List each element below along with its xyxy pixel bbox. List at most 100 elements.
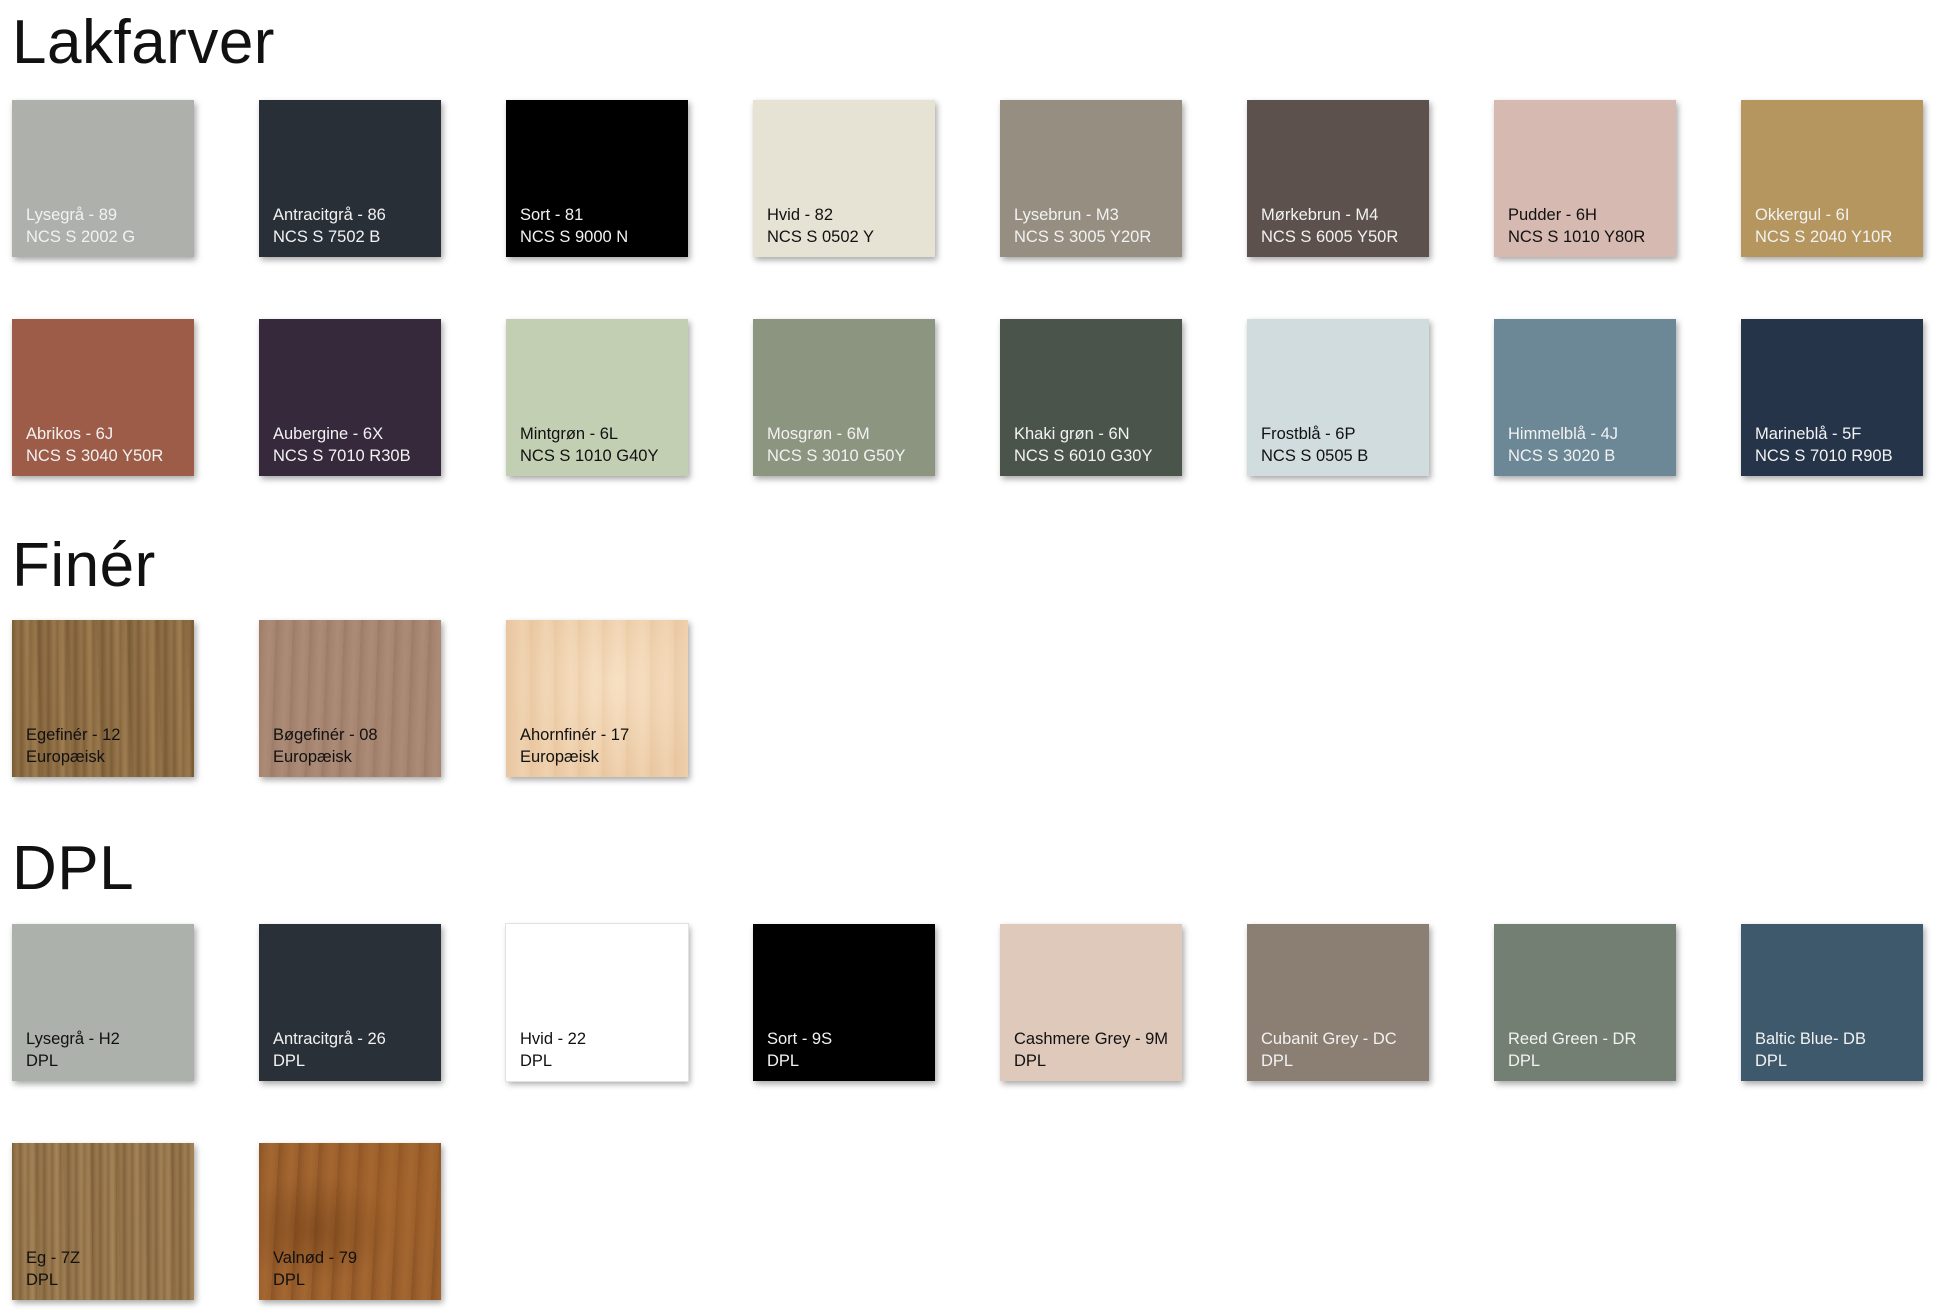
color-swatch[interactable]: Lysegrå - H2 DPL <box>12 924 194 1081</box>
color-swatch[interactable]: Sort - 9S DPL <box>753 924 935 1081</box>
swatch-label: Himmelblå - 4J NCS S 3020 B <box>1508 423 1618 467</box>
swatch-name: Baltic Blue- DB <box>1755 1030 1866 1048</box>
swatch-code: NCS S 3040 Y50R <box>26 447 164 465</box>
swatch-grid-finer: Egefinér - 12 Europæisk Bøgefinér - 08 Euro… <box>12 620 1932 777</box>
swatch-label: Lysegrå - 89 NCS S 2002 G <box>26 204 135 248</box>
swatch-code: Europæisk <box>26 748 105 766</box>
color-swatch[interactable]: Khaki grøn - 6N NCS S 6010 G30Y <box>1000 319 1182 476</box>
swatch-code: DPL <box>1755 1052 1788 1070</box>
color-swatch[interactable]: Okkergul - 6I NCS S 2040 Y10R <box>1741 100 1923 257</box>
swatch-label: Pudder - 6H NCS S 1010 Y80R <box>1508 204 1645 248</box>
color-swatch[interactable]: Mosgrøn - 6M NCS S 3010 G50Y <box>753 319 935 476</box>
section-title-finer: Finér <box>12 531 156 600</box>
swatch-grid-dpl: Lysegrå - H2 DPL Antracitgrå - 26 DPL Hvid -… <box>12 923 1932 1300</box>
swatch-label: Antracitgrå - 26 DPL <box>273 1028 386 1072</box>
swatch-code: NCS S 1010 G40Y <box>520 447 659 465</box>
swatch-label: Sort - 81 NCS S 9000 N <box>520 204 628 248</box>
color-swatch[interactable]: Hvid - 22 DPL <box>505 923 689 1082</box>
swatch-code: DPL <box>273 1271 306 1289</box>
color-swatch[interactable]: Himmelblå - 4J NCS S 3020 B <box>1494 319 1676 476</box>
color-swatch[interactable]: Abrikos - 6J NCS S 3040 Y50R <box>12 319 194 476</box>
swatch-code: DPL <box>1508 1052 1541 1070</box>
color-swatch[interactable]: Baltic Blue- DB DPL <box>1741 924 1923 1081</box>
swatch-label: Abrikos - 6J NCS S 3040 Y50R <box>26 423 163 467</box>
swatch-code: DPL <box>520 1052 553 1070</box>
swatch-code: NCS S 7010 R90B <box>1755 447 1893 465</box>
color-swatch[interactable]: Mørkebrun - M4 NCS S 6005 Y50R <box>1247 100 1429 257</box>
swatch-label: Mintgrøn - 6L NCS S 1010 G40Y <box>520 423 659 467</box>
swatch-name: Mintgrøn - 6L <box>520 425 619 443</box>
color-swatch[interactable]: Lysegrå - 89 NCS S 2002 G <box>12 100 194 257</box>
color-swatch[interactable]: Reed Green - DR DPL <box>1494 924 1676 1081</box>
color-swatch[interactable]: Eg - 7Z DPL <box>12 1143 194 1300</box>
swatch-name: Valnød - 79 <box>273 1249 358 1267</box>
color-swatch[interactable]: Lysebrun - M3 NCS S 3005 Y20R <box>1000 100 1182 257</box>
swatch-label: Lysebrun - M3 NCS S 3005 Y20R <box>1014 204 1151 248</box>
swatch-code: NCS S 2040 Y10R <box>1755 228 1893 246</box>
swatch-name: Khaki grøn - 6N <box>1014 425 1130 443</box>
swatch-label: Okkergul - 6I NCS S 2040 Y10R <box>1755 204 1892 248</box>
swatch-label: Egefinér - 12 Europæisk <box>26 724 120 768</box>
swatch-label: Khaki grøn - 6N NCS S 6010 G30Y <box>1014 423 1153 467</box>
color-swatch[interactable]: Bøgefinér - 08 Europæisk <box>259 620 441 777</box>
swatch-code: DPL <box>26 1271 59 1289</box>
swatch-code: Europæisk <box>520 748 599 766</box>
swatch-code: NCS S 3010 G50Y <box>767 447 906 465</box>
color-swatch[interactable]: Pudder - 6H NCS S 1010 Y80R <box>1494 100 1676 257</box>
color-swatch[interactable]: Cubanit Grey - DC DPL <box>1247 924 1429 1081</box>
swatch-code: NCS S 6010 G30Y <box>1014 447 1153 465</box>
swatch-name: Antracitgrå - 26 <box>273 1030 386 1048</box>
swatch-code: NCS S 7010 R30B <box>273 447 411 465</box>
swatch-label: Eg - 7Z DPL <box>26 1247 80 1291</box>
color-swatch[interactable]: Aubergine - 6X NCS S 7010 R30B <box>259 319 441 476</box>
swatch-code: DPL <box>1014 1052 1047 1070</box>
swatch-label: Hvid - 82 NCS S 0502 Y <box>767 204 874 248</box>
swatch-grid-lakfarver: Lysegrå - 89 NCS S 2002 G Antracitgrå - 86… <box>12 100 1932 476</box>
swatch-label: Lysegrå - H2 DPL <box>26 1028 120 1072</box>
color-swatch[interactable]: Marineblå - 5F NCS S 7010 R90B <box>1741 319 1923 476</box>
swatch-name: Antracitgrå - 86 <box>273 206 386 224</box>
color-swatch[interactable]: Hvid - 82 NCS S 0502 Y <box>753 100 935 257</box>
swatch-label: Ahornfinér - 17 Europæisk <box>520 724 629 768</box>
swatch-code: NCS S 7502 B <box>273 228 381 246</box>
color-swatch[interactable]: Cashmere Grey - 9M DPL <box>1000 924 1182 1081</box>
swatch-code: DPL <box>273 1052 306 1070</box>
color-swatch[interactable]: Egefinér - 12 Europæisk <box>12 620 194 777</box>
swatch-name: Reed Green - DR <box>1508 1030 1637 1048</box>
swatch-name: Egefinér - 12 <box>26 726 121 744</box>
color-swatch[interactable]: Ahornfinér - 17 Europæisk <box>506 620 688 777</box>
color-swatch[interactable]: Valnød - 79 DPL <box>259 1143 441 1300</box>
swatch-name: Aubergine - 6X <box>273 425 384 443</box>
color-swatch[interactable]: Antracitgrå - 26 DPL <box>259 924 441 1081</box>
swatch-label: Reed Green - DR DPL <box>1508 1028 1636 1072</box>
swatch-label: Valnød - 79 DPL <box>273 1247 357 1291</box>
section-title-lakfarver: Lakfarver <box>12 8 275 77</box>
swatch-code: DPL <box>1261 1052 1294 1070</box>
swatch-name: Sort - 81 <box>520 206 584 224</box>
swatch-label: Antracitgrå - 86 NCS S 7502 B <box>273 204 386 248</box>
swatch-name: Himmelblå - 4J <box>1508 425 1619 443</box>
swatch-name: Okkergul - 6I <box>1755 206 1850 224</box>
swatch-label: Cashmere Grey - 9M DPL <box>1014 1028 1168 1072</box>
swatch-label: Mørkebrun - M4 NCS S 6005 Y50R <box>1261 204 1398 248</box>
swatch-name: Eg - 7Z <box>26 1249 81 1267</box>
swatch-name: Lysegrå - 89 <box>26 206 118 224</box>
swatch-code: Europæisk <box>273 748 352 766</box>
swatch-label: Baltic Blue- DB DPL <box>1755 1028 1866 1072</box>
color-swatch[interactable]: Sort - 81 NCS S 9000 N <box>506 100 688 257</box>
section-title-dpl: DPL <box>12 834 135 903</box>
swatch-name: Cubanit Grey - DC <box>1261 1030 1397 1048</box>
swatch-label: Aubergine - 6X NCS S 7010 R30B <box>273 423 411 467</box>
color-swatch[interactable]: Antracitgrå - 86 NCS S 7502 B <box>259 100 441 257</box>
swatch-name: Abrikos - 6J <box>26 425 114 443</box>
color-swatch[interactable]: Frostblå - 6P NCS S 0505 B <box>1247 319 1429 476</box>
swatch-code: NCS S 1010 Y80R <box>1508 228 1646 246</box>
swatch-code: NCS S 3005 Y20R <box>1014 228 1152 246</box>
swatch-code: DPL <box>26 1052 59 1070</box>
swatch-code: NCS S 9000 N <box>520 228 629 246</box>
swatch-name: Marineblå - 5F <box>1755 425 1862 443</box>
swatch-name: Ahornfinér - 17 <box>520 726 630 744</box>
swatch-label: Bøgefinér - 08 Europæisk <box>273 724 378 768</box>
color-swatch[interactable]: Mintgrøn - 6L NCS S 1010 G40Y <box>506 319 688 476</box>
swatch-name: Frostblå - 6P <box>1261 425 1356 443</box>
